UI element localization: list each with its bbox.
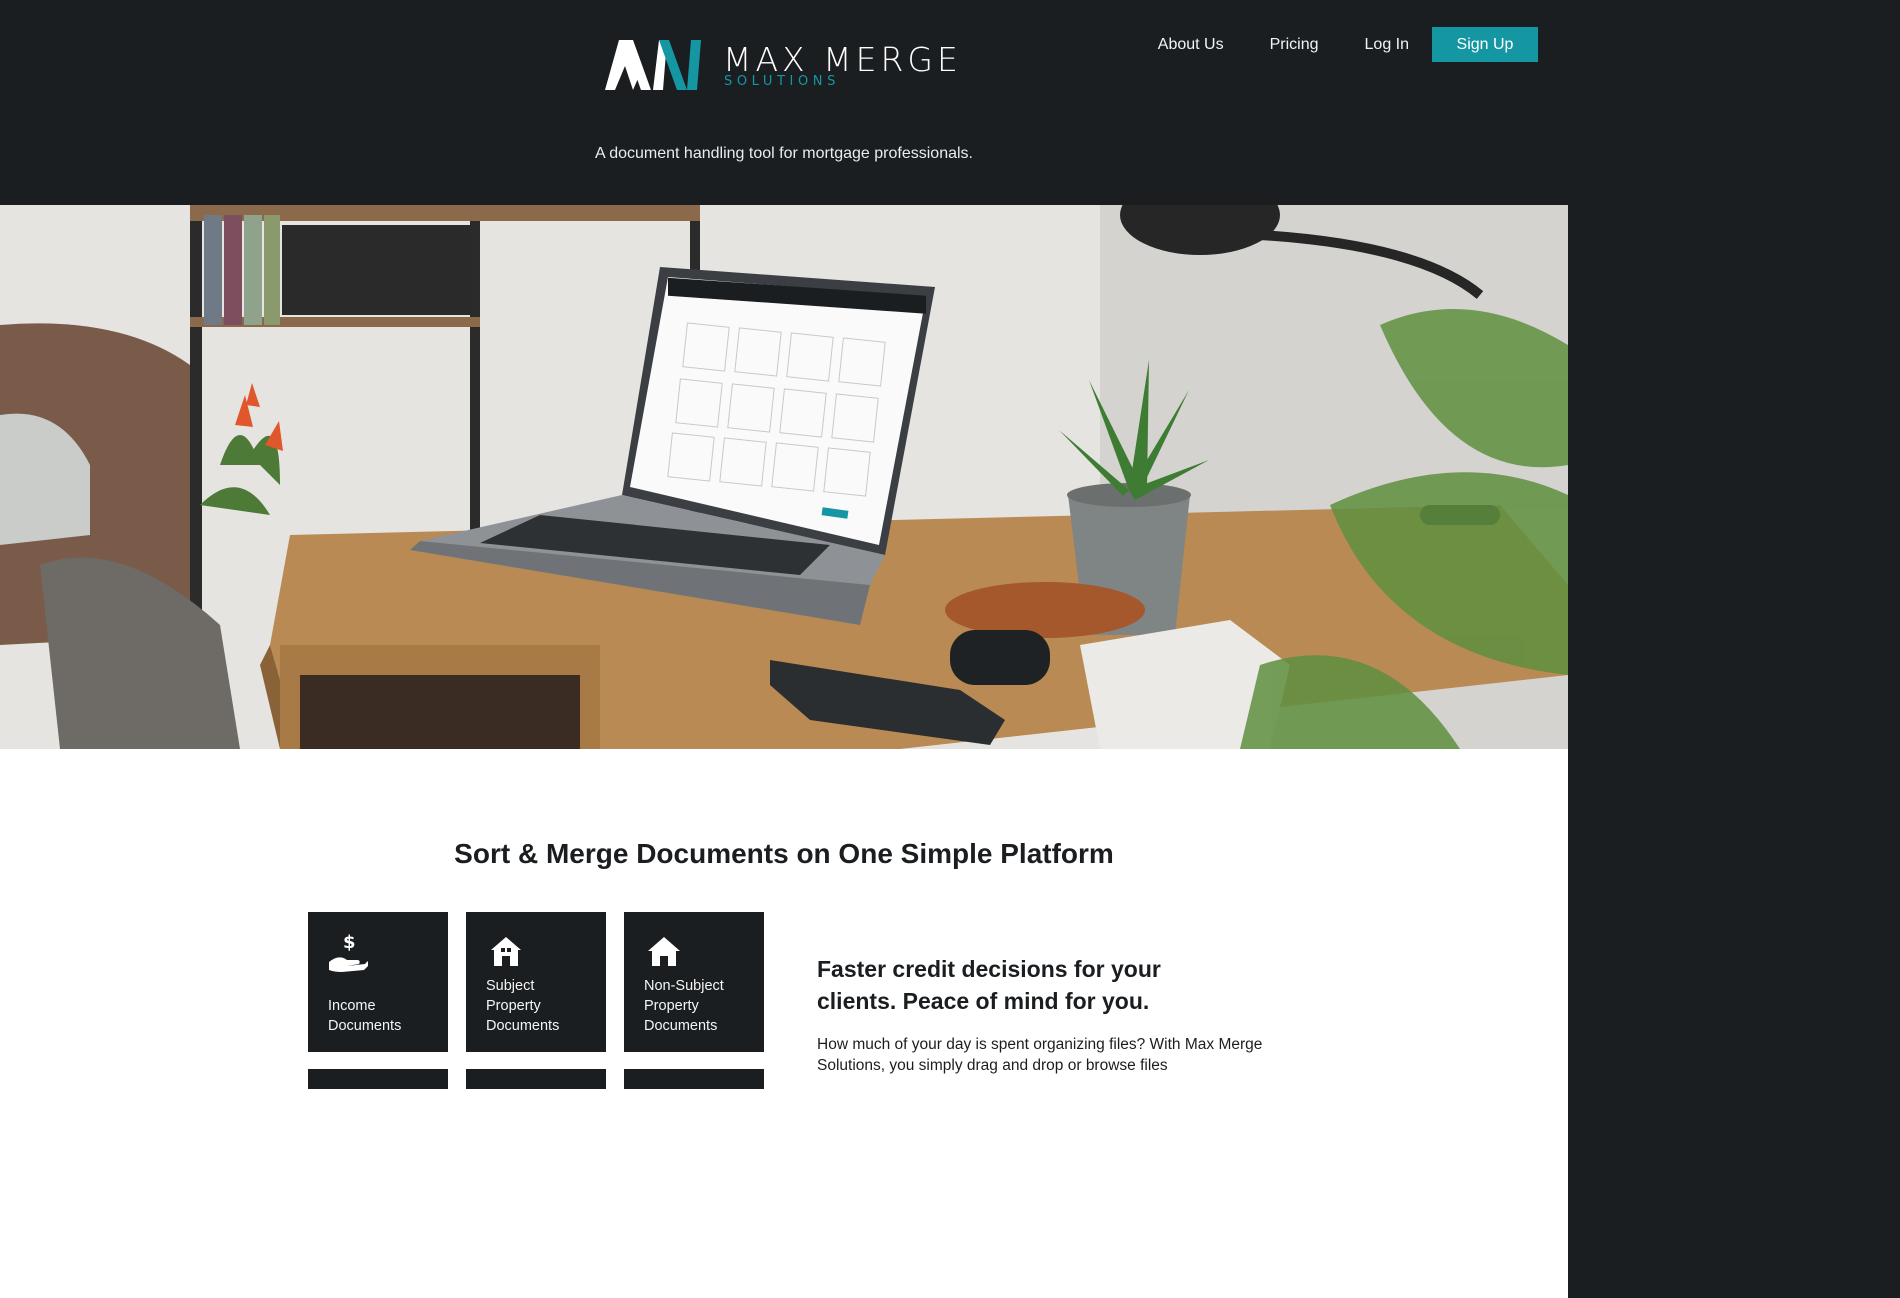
main-nav: About Us Pricing Log In Sign Up <box>1158 27 1538 62</box>
tile-non-subject-property-documents[interactable]: Non-Subject Property Documents <box>624 912 764 1052</box>
document-category-tiles: $ Income Documents Subject Property Docu… <box>308 912 782 1052</box>
tile-partial[interactable] <box>308 1069 448 1089</box>
tile-label: Non-Subject Property Documents <box>644 978 724 1034</box>
hand-dollar-icon: $ <box>329 932 368 972</box>
house-icon <box>648 937 680 966</box>
brand-subtitle: SOLUTIONS <box>724 74 840 89</box>
nav-pricing[interactable]: Pricing <box>1270 36 1319 54</box>
document-category-tiles-row2 <box>308 1069 782 1089</box>
window-gutter <box>1568 0 1900 1298</box>
hero-illustration <box>0 205 1568 749</box>
tile-label: Income Documents <box>328 998 402 1034</box>
feature-title: Faster credit decisions for your clients… <box>817 956 1161 1014</box>
mm-logo-icon <box>605 40 701 90</box>
site-header: MAX MERGE SOLUTIONS About Us Pricing Log… <box>0 0 1568 205</box>
feature-body: How much of your day is spent organizing… <box>817 1036 1263 1074</box>
house-icon <box>491 937 521 966</box>
hero-image <box>0 205 1568 749</box>
nav-about-us[interactable]: About Us <box>1158 36 1224 54</box>
brand-logo[interactable]: MAX MERGE SOLUTIONS <box>603 36 968 96</box>
tile-partial[interactable] <box>624 1069 764 1089</box>
tile-subject-property-documents[interactable]: Subject Property Documents <box>466 912 606 1052</box>
browser-viewport: MAX MERGE SOLUTIONS About Us Pricing Log… <box>0 0 1568 1298</box>
nav-log-in[interactable]: Log In <box>1365 36 1409 54</box>
tile-income-documents[interactable]: $ Income Documents <box>308 912 448 1052</box>
section-title: Sort & Merge Documents on One Simple Pla… <box>454 838 1114 869</box>
sign-up-button[interactable]: Sign Up <box>1432 27 1538 62</box>
tile-partial[interactable] <box>466 1069 606 1089</box>
svg-text:$: $ <box>343 932 356 953</box>
tagline: A document handling tool for mortgage pr… <box>594 145 973 162</box>
tile-label: Subject Property Documents <box>486 978 560 1034</box>
